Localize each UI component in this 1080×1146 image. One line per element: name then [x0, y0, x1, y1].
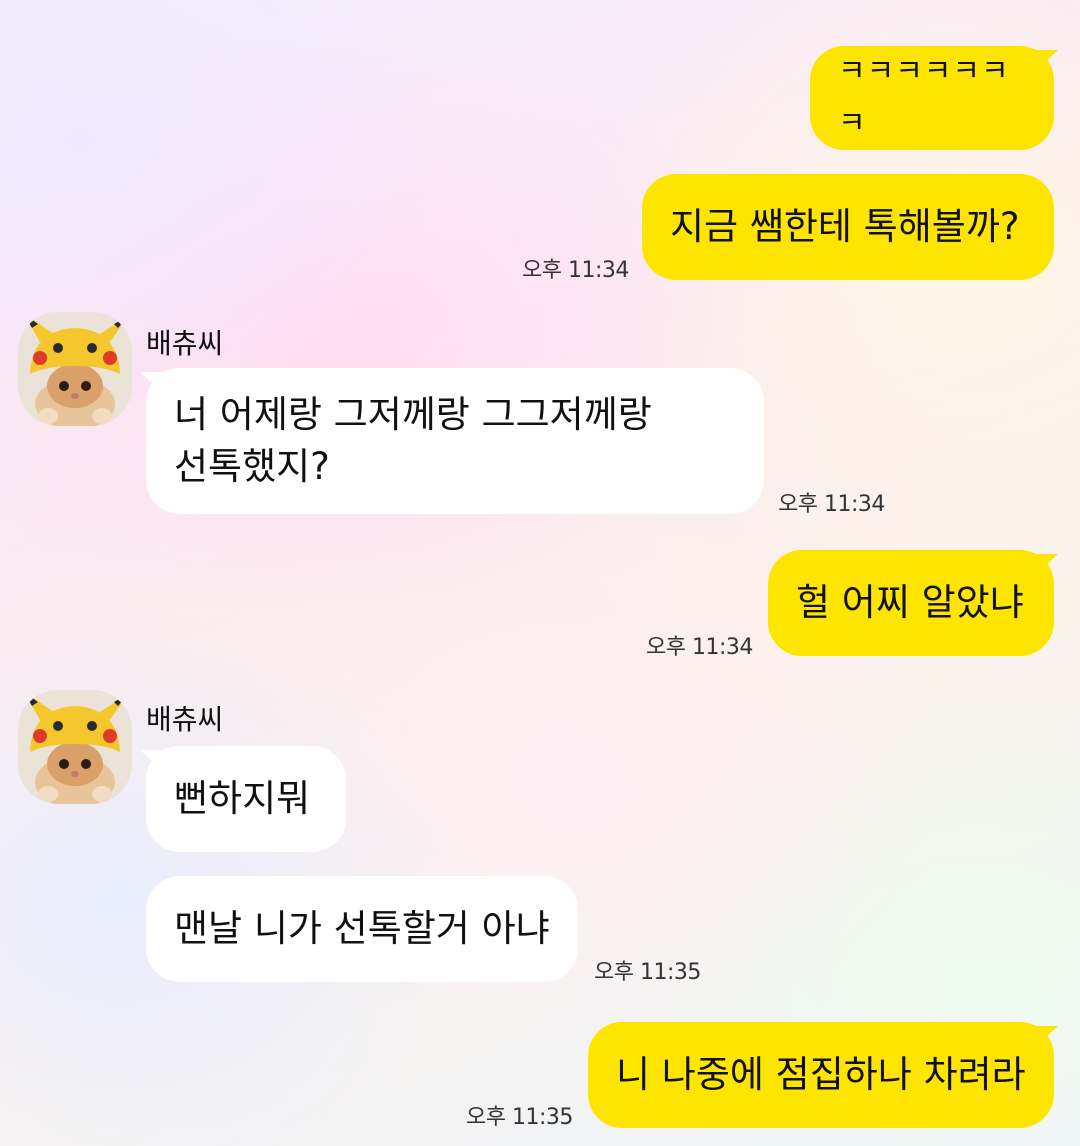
- message-text: 뻔하지뭐: [174, 777, 311, 820]
- message-bubble-received[interactable]: 너 어제랑 그저께랑 그그저께랑 선톡했지?: [146, 368, 764, 514]
- message-bubble-received[interactable]: 뻔하지뭐: [146, 746, 346, 852]
- message-text: 니 나중에 점집하나 차려라: [616, 1053, 1026, 1096]
- message-timestamp: 오후 11:34: [646, 635, 753, 660]
- message-text: ㅋㅋㅋㅋㅋㅋㅋ: [838, 54, 1010, 141]
- message-timestamp: 오후 11:35: [466, 1105, 573, 1130]
- message-text: 맨날 니가 선톡할거 아냐: [174, 907, 550, 950]
- sender-name: 배츄씨: [146, 327, 224, 360]
- message-text: 헐 어찌 알았냐: [796, 581, 1024, 624]
- message-timestamp: 오후 11:34: [522, 258, 629, 283]
- sender-name: 배츄씨: [146, 703, 224, 736]
- message-text: 지금 쌤한테 톡해볼까?: [670, 205, 1020, 248]
- message-text: 너 어제랑 그저께랑 그그저께랑 선톡했지?: [174, 393, 652, 488]
- message-bubble-sent[interactable]: 헐 어찌 알았냐: [768, 550, 1054, 656]
- message-timestamp: 오후 11:34: [778, 492, 885, 517]
- pikachu-hat-cat-avatar-icon: [18, 312, 132, 426]
- avatar[interactable]: [18, 312, 132, 426]
- avatar[interactable]: [18, 690, 132, 804]
- message-timestamp: 오후 11:35: [594, 960, 701, 985]
- pikachu-hat-cat-avatar-icon: [18, 690, 132, 804]
- message-bubble-sent[interactable]: 지금 쌤한테 톡해볼까?: [642, 174, 1054, 280]
- message-bubble-sent[interactable]: 니 나중에 점집하나 차려라: [588, 1022, 1054, 1128]
- message-bubble-sent[interactable]: ㅋㅋㅋㅋㅋㅋㅋ: [810, 46, 1054, 150]
- message-bubble-received[interactable]: 맨날 니가 선톡할거 아냐: [146, 876, 578, 982]
